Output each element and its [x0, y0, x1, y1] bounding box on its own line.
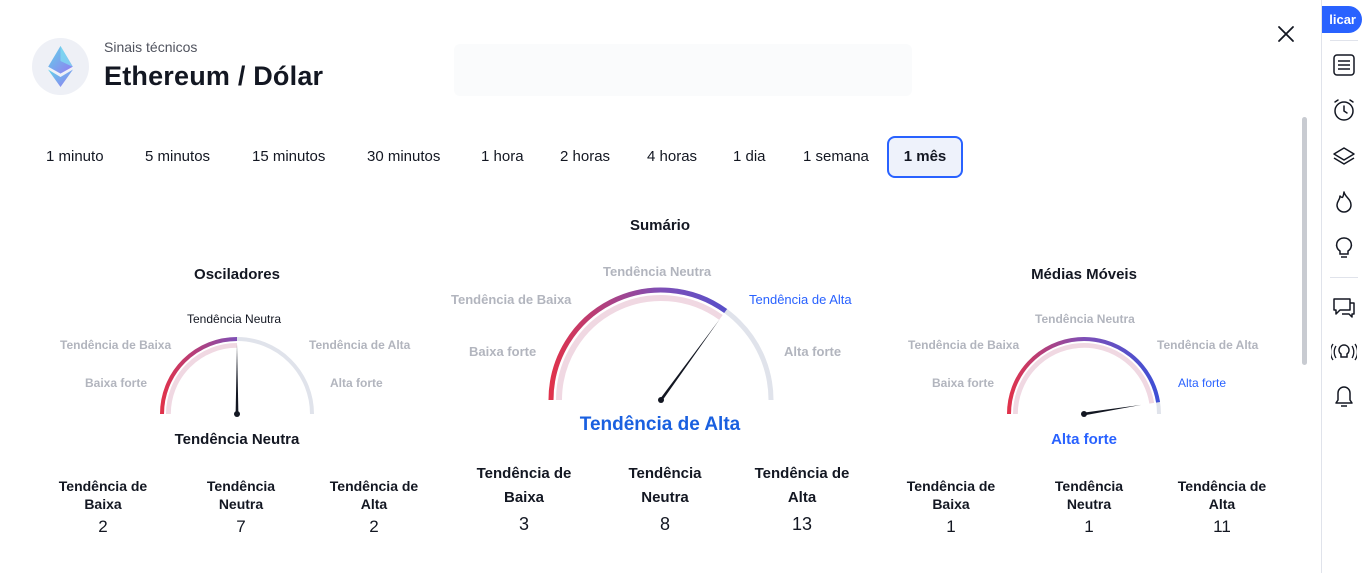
gauge-needle-pivot	[1081, 411, 1087, 417]
gauge-fill	[160, 337, 238, 415]
gauge-needle-pivot	[658, 397, 664, 403]
chat-icon	[1333, 298, 1355, 318]
page-title: Ethereum / Dólar	[104, 61, 324, 91]
close-icon	[1278, 26, 1294, 42]
tab-interval-4-hours[interactable]: 4 horas	[633, 136, 711, 178]
scrollbar-thumb[interactable]	[1302, 117, 1307, 365]
ma-count-sell-value: 1	[946, 517, 956, 536]
layers-icon	[1333, 147, 1355, 165]
ma-count-sell-label: Tendência de Baixa	[906, 478, 996, 512]
symbol-logo	[32, 38, 89, 95]
osc-count-sell-value: 2	[98, 517, 108, 536]
summary-count-buy: Tendência de Alta 13	[742, 462, 862, 535]
tab-interval-1-week[interactable]: 1 semana	[789, 136, 883, 178]
streams-button[interactable]	[1331, 339, 1357, 365]
chats-button[interactable]	[1331, 294, 1357, 320]
oscillators-result: Tendência Neutra	[174, 431, 300, 448]
right-toolbar: licar	[1321, 0, 1365, 573]
toolbar-divider	[1330, 277, 1358, 278]
summary-count-buy-value: 13	[791, 514, 813, 534]
ideas-button[interactable]	[1331, 235, 1357, 261]
tab-interval-5-minutes[interactable]: 5 minutos	[131, 136, 224, 178]
moving-averages-title: Médias Móveis	[1031, 266, 1137, 283]
summary-count-sell-value: 3	[518, 514, 529, 534]
ma-label-buy: Tendência de Alta	[1157, 338, 1259, 352]
watchlist-icon	[1333, 54, 1355, 76]
header-placeholder-area	[454, 44, 912, 96]
summary-count-neutral-value: 8	[659, 514, 670, 534]
summary-label-strong-sell: Baixa forte	[469, 344, 537, 359]
ma-count-buy-label: Tendência de Alta	[1177, 478, 1267, 512]
ethereum-icon	[47, 46, 74, 87]
gauge-needle	[659, 319, 720, 401]
ma-count-neutral-value: 1	[1084, 517, 1094, 536]
osc-label-neutral: Tendência Neutra	[187, 312, 282, 326]
oscillators-title: Osciladores	[194, 266, 280, 283]
notifications-button[interactable]	[1331, 384, 1357, 410]
osc-count-buy-value: 2	[369, 517, 379, 536]
summary-count-neutral: Tendência Neutra 8	[605, 462, 725, 535]
gauge-needle	[1083, 404, 1142, 416]
tab-interval-1-month[interactable]: 1 mês	[887, 136, 963, 178]
ma-count-sell: Tendência de Baixa 1	[891, 477, 1011, 537]
gauge-track	[548, 287, 774, 401]
gauge-fill-tint	[166, 343, 238, 415]
tab-interval-1-day[interactable]: 1 dia	[719, 136, 780, 178]
gauge-track	[1007, 337, 1161, 415]
tab-interval-1-minute[interactable]: 1 minuto	[32, 136, 118, 178]
gauge-needle-pivot	[234, 411, 240, 417]
header-subtitle: Sinais técnicos	[104, 39, 198, 55]
ideas-lightbulb-icon	[1335, 237, 1353, 258]
osc-count-neutral: Tendência Neutra 7	[181, 477, 301, 537]
summary-count-sell: Tendência de Baixa 3	[464, 462, 584, 535]
osc-count-sell-label: Tendência de Baixa	[58, 478, 148, 512]
osc-count-buy-label: Tendência de Alta	[329, 478, 419, 512]
summary-result: Tendência de Alta	[579, 414, 741, 435]
summary-label-strong-buy: Alta forte	[784, 344, 842, 359]
hotlists-button[interactable]	[1331, 189, 1357, 215]
alert-clock-icon	[1334, 99, 1354, 121]
moving-averages-gauge	[1007, 336, 1161, 417]
moving-averages-result: Alta forte	[1051, 431, 1117, 448]
oscillators-gauge	[160, 337, 314, 417]
ma-label-strong-sell: Baixa forte	[932, 376, 995, 390]
gauge-fill-tint	[556, 295, 723, 401]
osc-label-strong-buy: Alta forte	[330, 376, 383, 390]
ma-label-neutral: Tendência Neutra	[1035, 312, 1135, 326]
summary-count-buy-label: Tendência de Alta	[754, 465, 850, 506]
ma-count-buy-value: 11	[1213, 517, 1231, 536]
alerts-button[interactable]	[1331, 97, 1357, 123]
ma-count-neutral-label: Tendência Neutra	[1054, 478, 1124, 512]
gauge-fill	[1007, 336, 1161, 415]
publish-button[interactable]: licar	[1322, 6, 1362, 33]
osc-count-neutral-value: 7	[236, 517, 246, 536]
summary-count-neutral-label: Tendência Neutra	[628, 465, 702, 506]
osc-label-buy: Tendência de Alta	[309, 338, 411, 352]
ma-label-sell: Tendência de Baixa	[908, 338, 1020, 352]
tab-interval-15-minutes[interactable]: 15 minutos	[238, 136, 339, 178]
ma-count-buy: Tendência de Alta 11	[1162, 477, 1282, 537]
osc-count-neutral-label: Tendência Neutra	[206, 478, 276, 512]
close-button[interactable]	[1272, 20, 1300, 48]
tab-interval-1-hour[interactable]: 1 hora	[467, 136, 538, 178]
osc-label-sell: Tendência de Baixa	[60, 338, 172, 352]
layers-button[interactable]	[1331, 143, 1357, 169]
summary-label-neutral: Tendência Neutra	[603, 264, 712, 279]
tab-interval-2-hours[interactable]: 2 horas	[546, 136, 624, 178]
tab-interval-30-minutes[interactable]: 30 minutos	[353, 136, 454, 178]
summary-count-sell-label: Tendência de Baixa	[476, 465, 572, 506]
osc-count-buy: Tendência de Alta 2	[314, 477, 434, 537]
hotlist-flame-icon	[1336, 191, 1352, 213]
notifications-bell-icon	[1335, 386, 1353, 407]
ma-count-neutral: Tendência Neutra 1	[1029, 477, 1149, 537]
summary-gauge	[548, 287, 774, 403]
toolbar-divider	[1330, 40, 1358, 41]
summary-title: Sumário	[629, 217, 690, 234]
osc-count-sell: Tendência de Baixa 2	[43, 477, 163, 537]
watchlist-button[interactable]	[1331, 52, 1357, 78]
streams-icon	[1331, 343, 1357, 361]
osc-label-strong-sell: Baixa forte	[85, 376, 148, 390]
ma-label-strong-buy: Alta forte	[1178, 376, 1227, 390]
gauge-needle	[235, 344, 239, 414]
